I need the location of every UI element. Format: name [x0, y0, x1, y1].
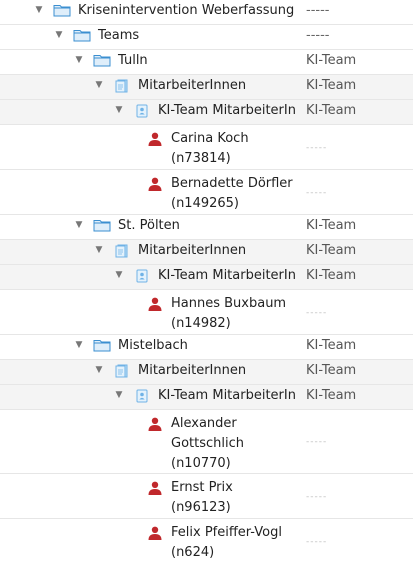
person-name: Ernst Prix	[171, 480, 233, 495]
expand-toggle-icon[interactable]: ▼	[74, 55, 84, 65]
tree-row-staff[interactable]: ▼ MitarbeiterInnen KI-Team	[0, 240, 413, 265]
person-id: (n624)	[171, 545, 215, 560]
tree-row-teams[interactable]: ▼ Teams -----	[0, 25, 413, 50]
person-id: (n73814)	[171, 151, 231, 166]
expand-toggle-icon[interactable]: ▼	[94, 80, 104, 90]
expand-toggle-icon[interactable]: ▼	[74, 220, 84, 230]
expand-toggle-icon[interactable]: ▼	[94, 365, 104, 375]
badge-icon	[133, 104, 151, 118]
person-text[interactable]: Ernst Prix (n96123)	[171, 478, 233, 518]
person-text[interactable]: Felix Pfeiffer-Vogl (n624)	[171, 523, 282, 563]
badge-icon	[133, 269, 151, 283]
tree-node-value: KI-Team	[306, 243, 357, 258]
document-icon	[113, 244, 131, 258]
person-id: (n10770)	[171, 456, 231, 471]
tree-row-person[interactable]: Bernadette Dörfler (n149265) -----	[0, 170, 413, 215]
tree-node-label[interactable]: Tulln	[118, 50, 148, 72]
document-icon	[113, 364, 131, 378]
tree-node-label[interactable]: MitarbeiterInnen	[138, 75, 246, 97]
person-icon	[146, 481, 164, 495]
expand-toggle-icon[interactable]: ▼	[114, 270, 124, 280]
document-icon	[113, 79, 131, 93]
tree-row-person[interactable]: Felix Pfeiffer-Vogl (n624) -----	[0, 519, 413, 564]
folder-icon	[53, 3, 71, 17]
expand-toggle-icon[interactable]: ▼	[114, 390, 124, 400]
tree-row-person[interactable]: Ernst Prix (n96123) -----	[0, 474, 413, 519]
tree-node-value: -----	[306, 143, 328, 153]
person-text[interactable]: Alexander Gottschlich (n10770)	[171, 414, 244, 474]
tree-node-value: KI-Team	[306, 218, 357, 233]
expand-toggle-icon[interactable]: ▼	[114, 105, 124, 115]
person-id: (n96123)	[171, 500, 231, 515]
tree-row-role[interactable]: ▼ KI-Team MitarbeiterIn KI-Team	[0, 100, 413, 125]
tree-row-root[interactable]: ▼ Krisenintervention Weberfassung -----	[0, 0, 413, 25]
tree-node-value: KI-Team	[306, 53, 357, 68]
tree-node-label[interactable]: MitarbeiterInnen	[138, 240, 246, 262]
tree-node-value: -----	[306, 3, 330, 18]
tree-node-label[interactable]: Krisenintervention Weberfassung	[78, 0, 294, 22]
tree-node-value: KI-Team	[306, 103, 357, 118]
badge-icon	[133, 389, 151, 403]
tree-row-location[interactable]: ▼ Tulln KI-Team	[0, 50, 413, 75]
tree-node-value: KI-Team	[306, 363, 357, 378]
tree-node-value: -----	[306, 492, 328, 502]
tree-node-label[interactable]: KI-Team MitarbeiterIn	[158, 100, 296, 122]
tree-row-location[interactable]: ▼ Mistelbach KI-Team	[0, 335, 413, 360]
person-name: Carina Koch	[171, 131, 249, 146]
tree-node-value: KI-Team	[306, 388, 357, 403]
person-icon	[146, 526, 164, 540]
person-icon	[146, 417, 164, 431]
tree-row-person[interactable]: Alexander Gottschlich (n10770) -----	[0, 410, 413, 474]
person-id: (n14982)	[171, 316, 231, 331]
tree-row-person[interactable]: Hannes Buxbaum (n14982) -----	[0, 290, 413, 335]
expand-toggle-icon[interactable]: ▼	[54, 30, 64, 40]
tree-row-role[interactable]: ▼ KI-Team MitarbeiterIn KI-Team	[0, 385, 413, 410]
tree-row-person[interactable]: Carina Koch (n73814) -----	[0, 125, 413, 170]
tree-node-value: -----	[306, 537, 328, 547]
person-name: Felix Pfeiffer-Vogl	[171, 525, 282, 540]
person-icon	[146, 177, 164, 191]
tree-node-label[interactable]: St. Pölten	[118, 215, 180, 237]
folder-icon	[93, 53, 111, 67]
expand-toggle-icon[interactable]: ▼	[34, 5, 44, 15]
person-icon	[146, 132, 164, 146]
tree-row-staff[interactable]: ▼ MitarbeiterInnen KI-Team	[0, 75, 413, 100]
person-name: Hannes Buxbaum	[171, 296, 287, 311]
person-icon	[146, 297, 164, 311]
tree-view: ▼ Krisenintervention Weberfassung ----- …	[0, 0, 413, 564]
person-id: (n149265)	[171, 196, 240, 211]
tree-node-label[interactable]: MitarbeiterInnen	[138, 360, 246, 382]
folder-icon	[93, 338, 111, 352]
tree-node-label[interactable]: Teams	[98, 25, 139, 47]
expand-toggle-icon[interactable]: ▼	[74, 340, 84, 350]
person-text[interactable]: Bernadette Dörfler (n149265)	[171, 174, 293, 214]
person-name-line-2: Gottschlich	[171, 436, 244, 451]
folder-icon	[93, 218, 111, 232]
tree-node-label[interactable]: KI-Team MitarbeiterIn	[158, 385, 296, 407]
tree-node-value: KI-Team	[306, 78, 357, 93]
person-text[interactable]: Hannes Buxbaum (n14982)	[171, 294, 286, 334]
person-name-line-1: Alexander	[171, 416, 237, 431]
tree-node-value: -----	[306, 308, 328, 318]
tree-node-label[interactable]: KI-Team MitarbeiterIn	[158, 265, 296, 287]
tree-row-location[interactable]: ▼ St. Pölten KI-Team	[0, 215, 413, 240]
tree-node-value: -----	[306, 188, 328, 198]
tree-row-role[interactable]: ▼ KI-Team MitarbeiterIn KI-Team	[0, 265, 413, 290]
person-name: Bernadette Dörfler	[171, 176, 293, 191]
tree-node-value: -----	[306, 28, 330, 43]
tree-node-value: -----	[306, 437, 328, 447]
tree-node-label[interactable]: Mistelbach	[118, 335, 188, 357]
folder-icon	[73, 28, 91, 42]
tree-node-value: KI-Team	[306, 338, 357, 353]
person-text[interactable]: Carina Koch (n73814)	[171, 129, 249, 169]
tree-node-value: KI-Team	[306, 268, 357, 283]
tree-row-staff[interactable]: ▼ MitarbeiterInnen KI-Team	[0, 360, 413, 385]
expand-toggle-icon[interactable]: ▼	[94, 245, 104, 255]
